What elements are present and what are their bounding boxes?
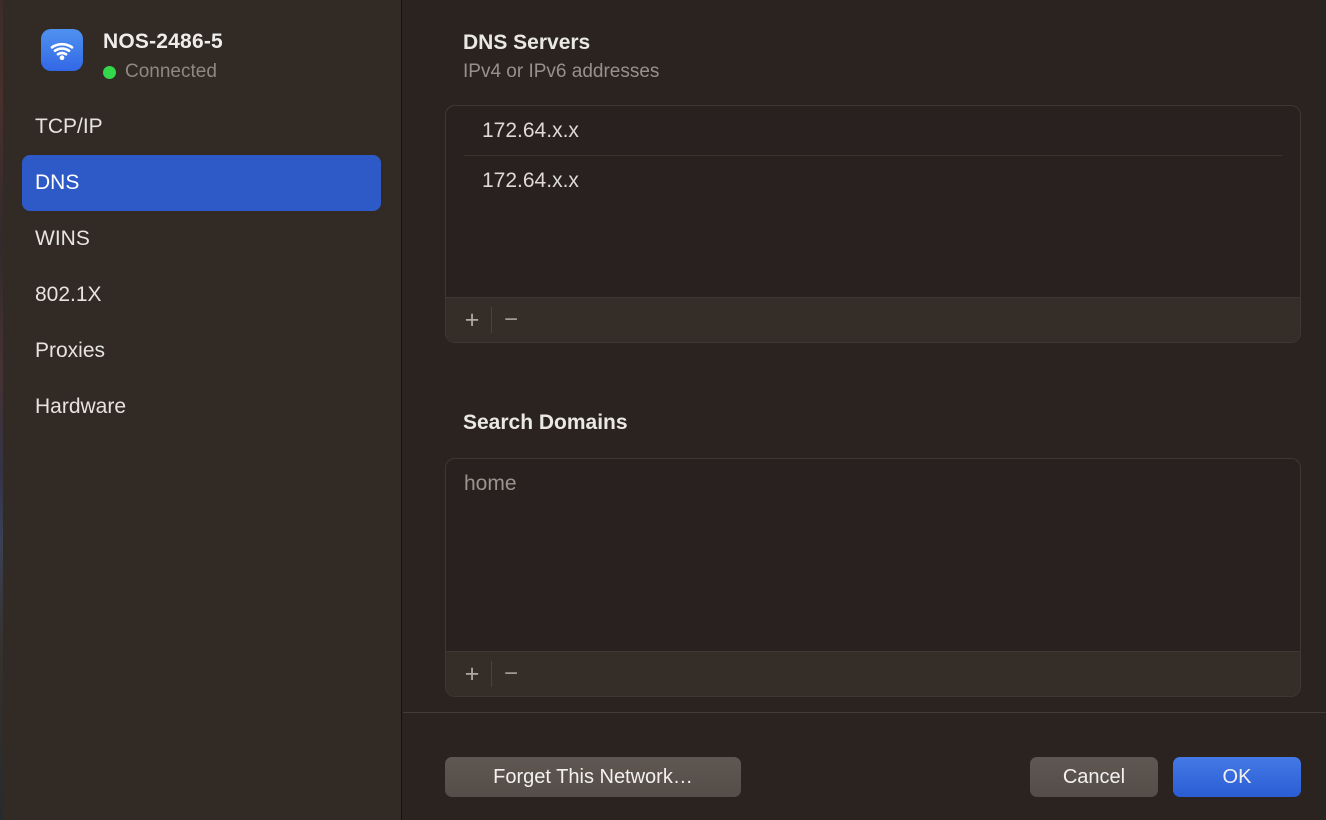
connected-status-dot-icon bbox=[103, 66, 116, 79]
footer-divider bbox=[403, 712, 1326, 713]
sidebar-nav: TCP/IP DNS WINS 802.1X Proxies Hardware bbox=[22, 99, 381, 435]
add-search-domain-button[interactable]: + bbox=[453, 659, 491, 689]
dns-server-row[interactable]: 172.64.x.x bbox=[446, 156, 1300, 205]
sidebar-item-tcpip[interactable]: TCP/IP bbox=[22, 99, 381, 155]
ok-button[interactable]: OK bbox=[1173, 757, 1301, 797]
sidebar: NOS-2486-5 Connected TCP/IP DNS WINS 802… bbox=[0, 0, 402, 820]
dns-settings-panel: DNS Servers IPv4 or IPv6 addresses 172.6… bbox=[403, 0, 1326, 820]
network-status: Connected bbox=[103, 61, 223, 83]
forget-network-button[interactable]: Forget This Network… bbox=[445, 757, 741, 797]
search-domains-list: home + − bbox=[445, 458, 1301, 697]
sidebar-item-8021x[interactable]: 802.1X bbox=[22, 267, 381, 323]
dns-servers-title: DNS Servers bbox=[463, 31, 590, 55]
sidebar-item-wins[interactable]: WINS bbox=[22, 211, 381, 267]
wifi-icon bbox=[41, 29, 83, 71]
dns-servers-subtitle: IPv4 or IPv6 addresses bbox=[463, 61, 659, 83]
network-name: NOS-2486-5 bbox=[103, 30, 223, 54]
dns-servers-toolbar: + − bbox=[446, 297, 1300, 342]
search-domains-title: Search Domains bbox=[463, 411, 628, 435]
dns-server-row[interactable]: 172.64.x.x bbox=[446, 106, 1300, 155]
remove-dns-server-button[interactable]: − bbox=[492, 305, 530, 335]
search-domains-toolbar: + − bbox=[446, 651, 1300, 696]
add-dns-server-button[interactable]: + bbox=[453, 305, 491, 335]
remove-search-domain-button[interactable]: − bbox=[492, 659, 530, 689]
cancel-button[interactable]: Cancel bbox=[1030, 757, 1158, 797]
dns-servers-list: 172.64.x.x 172.64.x.x + − bbox=[445, 105, 1301, 343]
network-header: NOS-2486-5 Connected bbox=[41, 29, 223, 83]
network-info: NOS-2486-5 Connected bbox=[103, 29, 223, 83]
window-left-edge bbox=[0, 0, 3, 820]
sidebar-item-proxies[interactable]: Proxies bbox=[22, 323, 381, 379]
sidebar-item-hardware[interactable]: Hardware bbox=[22, 379, 381, 435]
sidebar-item-dns[interactable]: DNS bbox=[22, 155, 381, 211]
search-domain-row[interactable]: home bbox=[446, 459, 1300, 508]
network-details-dialog: NOS-2486-5 Connected TCP/IP DNS WINS 802… bbox=[0, 0, 1326, 820]
connected-status-label: Connected bbox=[125, 61, 217, 83]
